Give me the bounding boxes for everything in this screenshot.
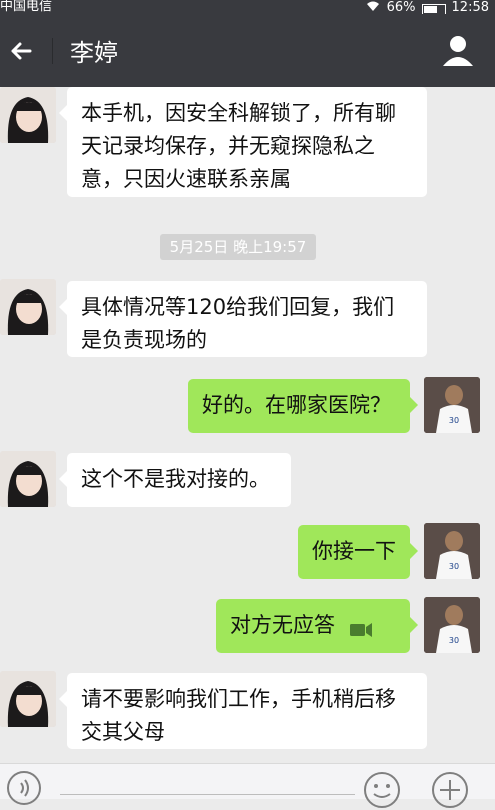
message-bubble[interactable]: 请不要影响我们工作，手机稍后移交其父母 xyxy=(59,673,427,749)
svg-text:30: 30 xyxy=(449,416,459,425)
profile-icon[interactable] xyxy=(441,34,475,68)
voice-input-icon[interactable] xyxy=(6,770,42,806)
battery-level xyxy=(423,5,437,13)
message-row: 对方无应答 30 xyxy=(0,597,495,657)
svg-text:30: 30 xyxy=(449,636,459,645)
contact-avatar[interactable] xyxy=(0,671,56,727)
message-bubble[interactable]: 这个不是我对接的。 xyxy=(59,453,291,507)
video-call-icon xyxy=(350,623,372,637)
message-row: 这个不是我对接的。 xyxy=(0,451,495,511)
call-bubble[interactable]: 对方无应答 xyxy=(216,599,418,653)
my-avatar[interactable]: 30 xyxy=(424,597,480,653)
back-arrow-icon[interactable] xyxy=(6,36,36,66)
contact-avatar[interactable] xyxy=(0,279,56,335)
call-status-text: 对方无应答 xyxy=(230,613,335,637)
contact-name: 李婷 xyxy=(70,39,118,67)
message-row: 请不要影响我们工作，手机稍后移交其父母 xyxy=(0,671,495,751)
my-avatar[interactable]: 30 xyxy=(424,523,480,579)
chat-area: 本手机，因安全科解锁了，所有聊天记录均保存，并无窥探隐私之意，只因火速联系亲属 … xyxy=(0,87,495,763)
message-bubble[interactable]: 本手机，因安全科解锁了，所有聊天记录均保存，并无窥探隐私之意，只因火速联系亲属 xyxy=(59,87,427,197)
my-avatar[interactable]: 30 xyxy=(424,377,480,433)
chat-header: 李婷 xyxy=(0,14,495,87)
timestamp: 5月25日 晚上19:57 xyxy=(160,234,316,260)
message-input[interactable] xyxy=(60,794,355,795)
contact-avatar[interactable] xyxy=(0,87,56,143)
clock: 12:58 xyxy=(451,0,489,15)
message-bubble[interactable]: 你接一下 xyxy=(298,525,418,579)
plus-icon[interactable] xyxy=(430,770,470,810)
status-bar: 中国电信 66% 12:58 xyxy=(0,0,495,14)
message-row: 具体情况等120给我们回复，我们是负责现场的 xyxy=(0,279,495,359)
battery-icon xyxy=(421,3,446,14)
emoji-icon[interactable] xyxy=(362,770,402,810)
battery-percent: 66% xyxy=(386,0,416,15)
message-bubble[interactable]: 好的。在哪家医院？ xyxy=(188,379,418,433)
contact-avatar[interactable] xyxy=(0,451,56,507)
input-bar xyxy=(0,763,495,808)
svg-text:30: 30 xyxy=(449,562,459,571)
carrier-label: 中国电信 xyxy=(0,0,53,14)
status-right: 66% 12:58 xyxy=(365,0,489,14)
header-divider xyxy=(52,38,53,64)
message-row: 好的。在哪家医院？ 30 xyxy=(0,377,495,437)
message-row: 本手机，因安全科解锁了，所有聊天记录均保存，并无窥探隐私之意，只因火速联系亲属 xyxy=(0,87,495,197)
message-row: 你接一下 30 xyxy=(0,523,495,583)
wifi-icon xyxy=(365,0,381,14)
message-bubble[interactable]: 具体情况等120给我们回复，我们是负责现场的 xyxy=(59,281,427,357)
